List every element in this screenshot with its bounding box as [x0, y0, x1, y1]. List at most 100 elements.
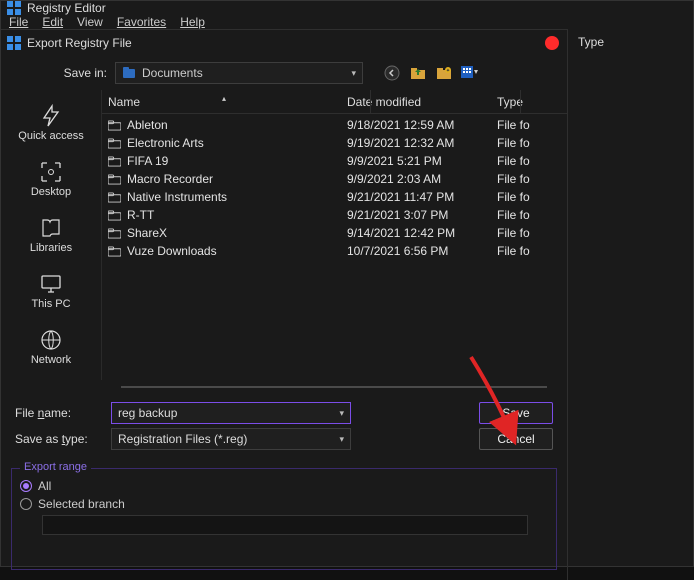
- menu-bar: File Edit View Favorites Help: [1, 15, 693, 29]
- radio-icon: [20, 480, 32, 492]
- folder-icon: [108, 174, 121, 185]
- file-name: Macro Recorder: [127, 172, 213, 186]
- col-type[interactable]: Type: [497, 95, 561, 109]
- export-dialog: Export Registry File Save in: Documents …: [1, 29, 567, 580]
- file-list-area: Name Date modified Type ▴ Ableton 9/18/20…: [101, 90, 567, 380]
- file-date: 10/7/2021 6:56 PM: [347, 244, 497, 258]
- folder-icon: [108, 138, 121, 149]
- right-col-type[interactable]: Type: [578, 35, 683, 49]
- filename-input[interactable]: reg backup ▾: [111, 402, 351, 424]
- file-name: Ableton: [127, 118, 168, 132]
- book-icon: [39, 216, 63, 240]
- save-in-dropdown[interactable]: Documents ▾: [115, 62, 363, 84]
- filename-label: File name:: [15, 406, 103, 420]
- file-date: 9/19/2021 12:32 AM: [347, 136, 497, 150]
- app-title: Registry Editor: [27, 1, 106, 15]
- file-date: 9/21/2021 3:07 PM: [347, 208, 497, 222]
- new-folder-button[interactable]: ✦: [435, 64, 453, 82]
- up-one-level-button[interactable]: [409, 64, 427, 82]
- folder-icon: [108, 120, 121, 131]
- col-name[interactable]: Name: [108, 95, 347, 109]
- desktop-scan-icon: [39, 160, 63, 184]
- file-name: R-TT: [127, 208, 154, 222]
- save-as-type-label: Save as type:: [15, 432, 103, 446]
- file-type: File fo: [497, 154, 561, 168]
- radio-selected-branch[interactable]: Selected branch: [20, 497, 548, 511]
- file-date: 9/21/2021 11:47 PM: [347, 190, 497, 204]
- save-in-value: Documents: [142, 66, 203, 80]
- places-bar: Quick access Desktop Libraries This PC: [1, 90, 101, 380]
- file-type: File fo: [497, 226, 561, 240]
- file-name: Vuze Downloads: [127, 244, 217, 258]
- radio-all[interactable]: All: [20, 479, 548, 493]
- file-date: 9/9/2021 2:03 AM: [347, 172, 497, 186]
- cancel-button[interactable]: Cancel: [479, 428, 553, 450]
- menu-view[interactable]: View: [77, 15, 103, 29]
- recording-indicator-icon: [545, 36, 559, 50]
- registry-right-pane: Type: [567, 29, 693, 580]
- place-desktop[interactable]: Desktop: [6, 152, 96, 206]
- folder-icon: [108, 156, 121, 167]
- registry-editor-icon: [7, 1, 21, 15]
- dialog-title: Export Registry File: [27, 36, 132, 50]
- place-this-pc[interactable]: This PC: [6, 264, 96, 318]
- file-name: ShareX: [127, 226, 167, 240]
- chevron-down-icon: ▾: [351, 68, 356, 79]
- export-range-legend: Export range: [20, 461, 91, 473]
- export-range-group: Export range All Selected branch: [11, 468, 557, 570]
- view-menu-button[interactable]: [461, 64, 479, 82]
- column-headers: Name Date modified Type ▴: [102, 90, 567, 114]
- chevron-down-icon[interactable]: ▾: [339, 434, 344, 445]
- file-row[interactable]: FIFA 19 9/9/2021 5:21 PMFile fo: [102, 152, 567, 170]
- file-date: 9/14/2021 12:42 PM: [347, 226, 497, 240]
- selected-branch-input[interactable]: [42, 515, 528, 535]
- menu-favorites[interactable]: Favorites: [117, 15, 166, 29]
- folder-icon: [108, 210, 121, 221]
- folder-icon: [108, 228, 121, 239]
- globe-icon: [39, 328, 63, 352]
- registry-editor-window: Registry Editor File Edit View Favorites…: [0, 0, 694, 567]
- file-type: File fo: [497, 118, 561, 132]
- file-rows: Ableton9/18/2021 12:59 AMFile foElectron…: [102, 114, 567, 380]
- file-name: Electronic Arts: [127, 136, 204, 150]
- place-quick-access[interactable]: Quick access: [6, 96, 96, 150]
- file-type: File fo: [497, 172, 561, 186]
- dialog-title-bar: Export Registry File: [1, 30, 567, 56]
- save-in-label: Save in:: [11, 66, 107, 80]
- file-date: 9/9/2021 5:21 PM: [347, 154, 497, 168]
- save-button[interactable]: Save: [479, 402, 553, 424]
- file-type: File fo: [497, 136, 561, 150]
- menu-file[interactable]: File: [9, 15, 28, 29]
- registry-editor-icon: [7, 36, 21, 50]
- save-as-type-dropdown[interactable]: Registration Files (*.reg) ▾: [111, 428, 351, 450]
- file-date: 9/18/2021 12:59 AM: [347, 118, 497, 132]
- file-row[interactable]: Ableton 9/18/2021 12:59 AMFile fo: [102, 116, 567, 134]
- file-row[interactable]: R-TT9/21/2021 3:07 PMFile fo: [102, 206, 567, 224]
- file-row[interactable]: Vuze Downloads 10/7/2021 6:56 PMFile fo: [102, 242, 567, 260]
- folder-icon: [108, 192, 121, 203]
- file-type: File fo: [497, 190, 561, 204]
- app-title-bar: Registry Editor: [1, 1, 693, 15]
- folder-icon: [108, 246, 121, 257]
- file-row[interactable]: ShareX 9/14/2021 12:42 PMFile fo: [102, 224, 567, 242]
- save-in-row: Save in: Documents ▾ ✦: [1, 56, 567, 90]
- file-row[interactable]: Native Instruments 9/21/2021 11:47 PMFile…: [102, 188, 567, 206]
- place-libraries[interactable]: Libraries: [6, 208, 96, 262]
- file-name: Native Instruments: [127, 190, 227, 204]
- documents-icon: [122, 67, 136, 79]
- chevron-down-icon[interactable]: ▾: [339, 408, 344, 419]
- back-button[interactable]: [383, 64, 401, 82]
- file-row[interactable]: Electronic Arts 9/19/2021 12:32 AMFile fo: [102, 134, 567, 152]
- menu-help[interactable]: Help: [180, 15, 205, 29]
- file-name: FIFA 19: [127, 154, 168, 168]
- menu-edit[interactable]: Edit: [42, 15, 63, 29]
- monitor-icon: [39, 272, 63, 296]
- svg-text:✦: ✦: [446, 68, 450, 74]
- radio-icon: [20, 498, 32, 510]
- file-type: File fo: [497, 244, 561, 258]
- sort-indicator-icon: ▴: [222, 94, 226, 103]
- horizontal-scrollbar[interactable]: [121, 386, 547, 388]
- place-network[interactable]: Network: [6, 320, 96, 374]
- lightning-icon: [39, 104, 63, 128]
- file-row[interactable]: Macro Recorder 9/9/2021 2:03 AMFile fo: [102, 170, 567, 188]
